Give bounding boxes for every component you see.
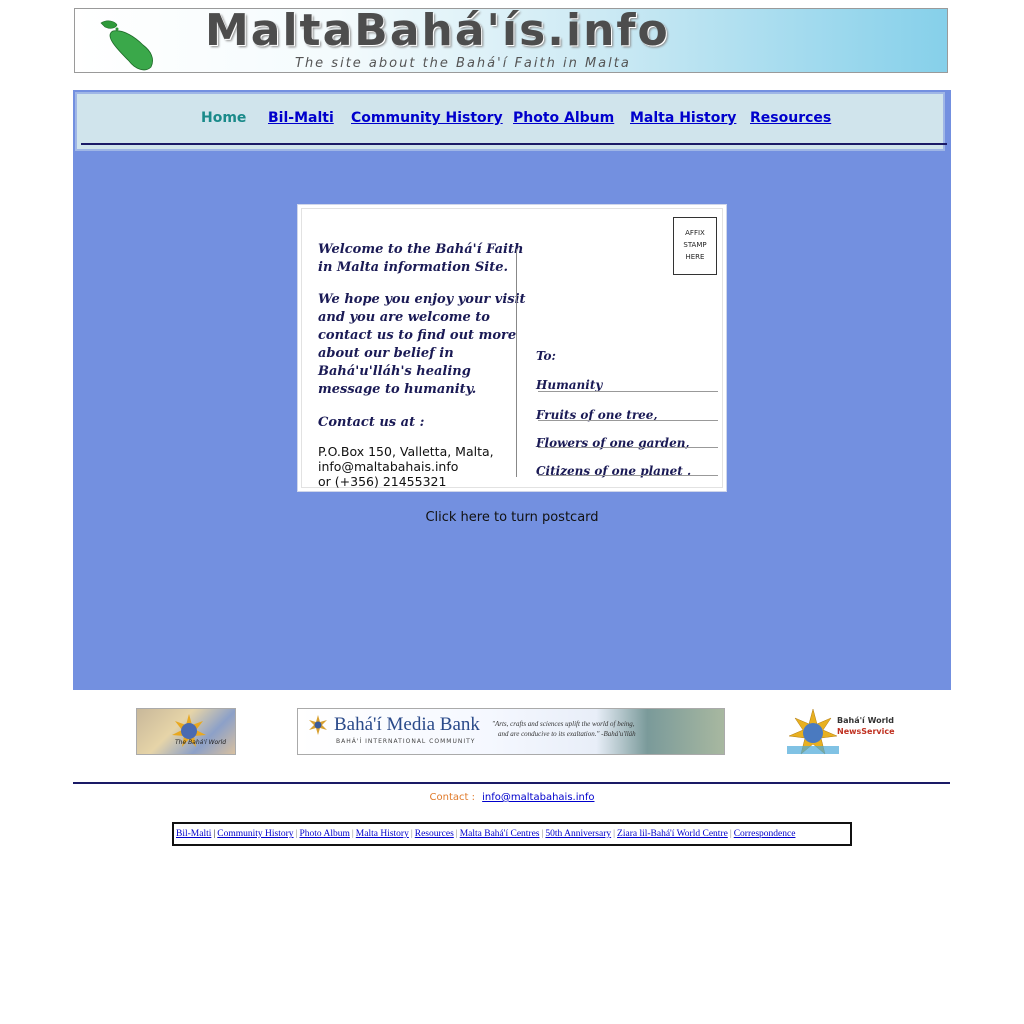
top-navigation: Home Bil-Malti Community History Photo A…: [75, 92, 947, 151]
welcome-line-2: in Malta information Site.: [318, 260, 509, 275]
postcard-phone: or (+356) 21455321: [318, 474, 447, 489]
footer-link-malta-centres[interactable]: Malta Bahá'í Centres: [460, 829, 540, 839]
contact-heading: Contact us at :: [318, 415, 425, 430]
bottom-navigation: Bil-Malti | Community History | Photo Album |…: [172, 822, 852, 846]
media-bank-quote-1: "Arts, crafts and sciences uplift the wo…: [492, 720, 635, 728]
media-bank-quote-2: and are conducive to its exaltation." -B…: [498, 730, 636, 738]
hope-line-2: and you are welcome to: [318, 310, 490, 325]
footer-link-world-centre[interactable]: Ziara lil-Bahá'í World Centre: [617, 829, 728, 839]
news-logo-line-2: NewsService: [837, 727, 895, 736]
address-line-3: Flowers of one garden,: [536, 436, 690, 450]
postcard-email: info@maltabahais.info: [318, 459, 459, 474]
postcard-divider: [516, 249, 517, 477]
news-star-globe-icon: [787, 708, 839, 755]
footer-link-50th-anniversary[interactable]: 50th Anniversary: [545, 829, 611, 839]
nav-photo-album[interactable]: Photo Album: [513, 110, 614, 126]
footer-separator: |: [729, 829, 732, 839]
main-panel: Home Bil-Malti Community History Photo A…: [73, 90, 951, 690]
footer-link-bil-malti[interactable]: Bil-Malti: [176, 829, 211, 839]
contact-email-link[interactable]: info@maltabahais.info: [482, 792, 594, 803]
hope-line-1: We hope you enjoy your visit: [318, 292, 526, 307]
stamp-text-3: HERE: [685, 253, 705, 261]
nav-community-history[interactable]: Community History: [351, 110, 503, 126]
site-title: MaltaBahá'ís.info: [205, 8, 670, 56]
footer-link-malta-history[interactable]: Malta History: [356, 829, 409, 839]
site-banner[interactable]: MaltaBahá'ís.info The site about the Bah…: [74, 8, 948, 73]
welcome-line-1: Welcome to the Bahá'í Faith: [318, 242, 524, 257]
news-logo-line-1: Bahá'í World: [837, 716, 895, 725]
bahai-world-logo[interactable]: The Bahá'í World: [136, 708, 236, 755]
footer-link-community-history[interactable]: Community History: [217, 829, 293, 839]
nav-malta-history[interactable]: Malta History: [630, 110, 736, 126]
address-line-2: Fruits of one tree,: [536, 408, 658, 422]
hope-line-5: Bahá'u'lláh's healing: [318, 364, 471, 379]
turn-postcard-link[interactable]: Click here to turn postcard: [73, 510, 951, 525]
media-bank-star-icon: [309, 715, 327, 735]
footer-separator: |: [455, 829, 458, 839]
footer-separator: |: [351, 829, 354, 839]
footer-link-photo-album[interactable]: Photo Album: [299, 829, 349, 839]
address-line-4: Citizens of one planet .: [536, 464, 692, 478]
nav-home[interactable]: Home: [201, 110, 246, 126]
nav-resources[interactable]: Resources: [750, 110, 831, 126]
hope-line-6: message to humanity.: [318, 382, 477, 397]
news-service-logo[interactable]: Bahá'í World NewsService: [787, 708, 895, 758]
footer-link-resources[interactable]: Resources: [415, 829, 454, 839]
footer-contact: Contact : info@maltabahais.info: [0, 792, 1024, 803]
address-rule-1: [538, 391, 718, 392]
contact-label: Contact :: [429, 792, 475, 803]
address-rule-2: [538, 420, 718, 421]
malta-map-icon: [100, 20, 153, 71]
hope-line-3: contact us to find out more: [318, 328, 517, 343]
address-rule-3: [538, 447, 718, 448]
footer-separator: |: [541, 829, 544, 839]
media-bank-subtitle: BAHÁ'Í INTERNATIONAL COMMUNITY: [336, 738, 476, 745]
footer-separator: |: [410, 829, 413, 839]
postcard[interactable]: Welcome to the Bahá'í Faith in Malta inf…: [297, 204, 727, 492]
footer-divider: [73, 782, 950, 784]
stamp-box: AFFIX STAMP HERE: [673, 217, 717, 275]
to-label: To:: [536, 349, 556, 363]
postcard-frame: Welcome to the Bahá'í Faith in Malta inf…: [301, 208, 723, 489]
address-rule-4: [538, 475, 718, 476]
site-subtitle: The site about the Bahá'í Faith in Malta: [295, 56, 631, 71]
bahai-world-logo-text: The Bahá'í World: [175, 739, 227, 746]
media-bank-banner[interactable]: Bahá'í Media Bank BAHÁ'Í INTERNATIONAL C…: [297, 708, 725, 755]
media-bank-title: Bahá'í Media Bank: [334, 714, 480, 735]
stamp-text-1: AFFIX: [685, 229, 705, 237]
postal-address: P.O.Box 150, Valletta, Malta,: [318, 444, 494, 459]
hope-line-4: about our belief in: [318, 346, 454, 361]
footer-link-correspondence[interactable]: Correspondence: [734, 829, 796, 839]
footer-separator: |: [613, 829, 616, 839]
stamp-text-2: STAMP: [683, 241, 707, 249]
footer-separator: |: [295, 829, 298, 839]
footer-separator: |: [213, 829, 216, 839]
nav-bil-malti[interactable]: Bil-Malti: [268, 110, 334, 126]
nav-divider: [81, 143, 947, 145]
